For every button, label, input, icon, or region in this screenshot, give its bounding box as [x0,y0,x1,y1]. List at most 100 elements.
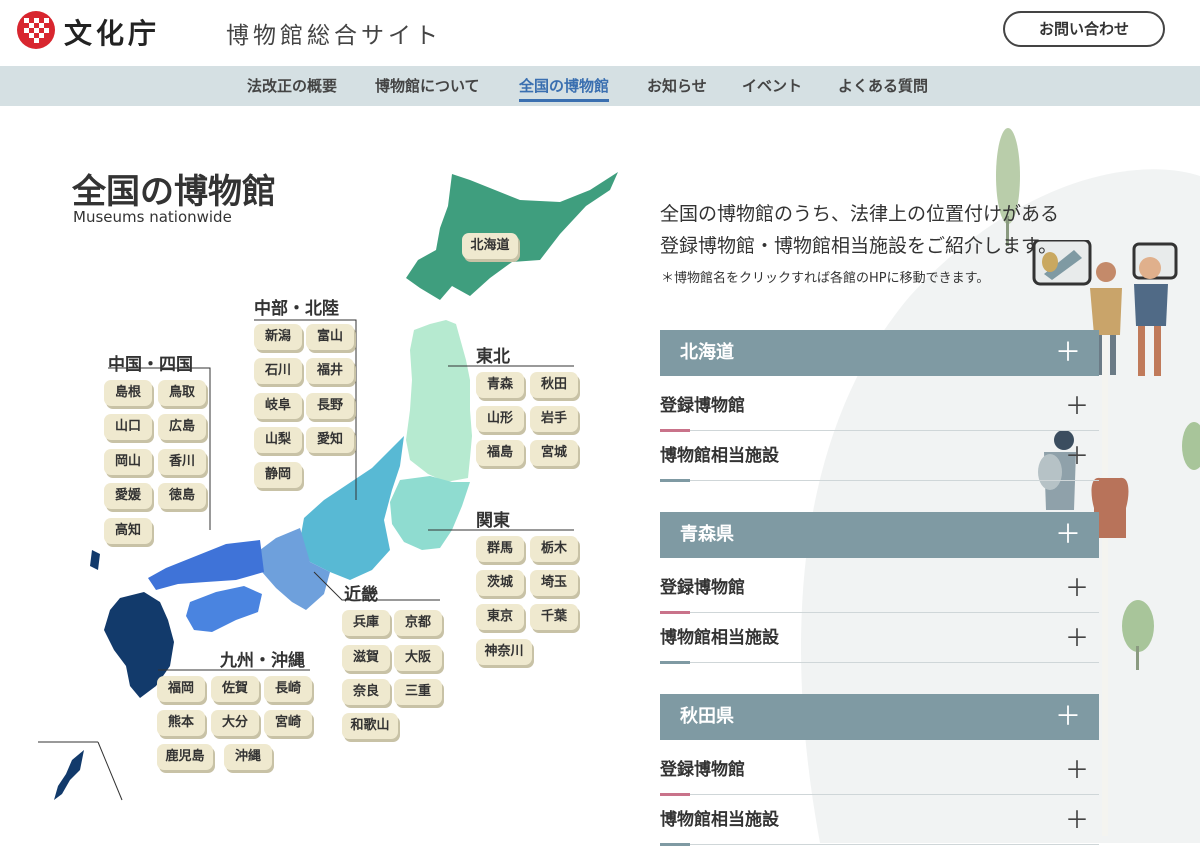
pref-okinawa[interactable]: 沖縄 [224,744,272,770]
pref-kanagawa[interactable]: 神奈川 [476,639,532,665]
plus-icon[interactable]: ＋ [1065,613,1089,663]
pref-osaka[interactable]: 大阪 [394,645,442,671]
accordion-row-equivalent[interactable]: 博物館相当施設 ＋ [660,613,1099,664]
nav-news[interactable]: お知らせ [647,75,707,96]
plus-icon[interactable]: ＋ [1065,563,1089,613]
contact-button[interactable]: お問い合わせ [1003,11,1165,47]
map-shikoku [186,586,262,632]
plus-icon[interactable]: ＋ [1065,745,1089,795]
pref-okayama[interactable]: 岡山 [104,449,152,475]
pref-oita[interactable]: 大分 [211,710,259,736]
pref-saga[interactable]: 佐賀 [211,676,259,702]
pref-ishikawa[interactable]: 石川 [254,358,302,384]
pref-iwate[interactable]: 岩手 [530,406,578,432]
pref-wakayama[interactable]: 和歌山 [342,713,398,739]
accordion-row-registered[interactable]: 登録博物館 ＋ [660,563,1099,614]
bunkacho-logo-icon[interactable] [16,10,58,50]
equivalent-mark [660,479,690,482]
accordion-row-registered[interactable]: 登録博物館 ＋ [660,381,1099,432]
pref-fukuoka[interactable]: 福岡 [157,676,205,702]
pref-nagasaki[interactable]: 長崎 [264,676,312,702]
pref-tochigi[interactable]: 栃木 [530,536,578,562]
pref-aomori[interactable]: 青森 [476,372,524,398]
nav-events[interactable]: イベント [742,75,802,96]
pref-fukushima[interactable]: 福島 [476,440,524,466]
accordion-aomori[interactable]: 青森県 ＋ [660,512,1099,558]
pref-aichi[interactable]: 愛知 [306,427,354,453]
row-label: 博物館相当施設 [660,628,779,648]
region-title-chubu: 中部・北陸 [254,299,339,319]
pref-yamagata[interactable]: 山形 [476,406,524,432]
pref-ibaraki[interactable]: 茨城 [476,570,524,596]
accordion-hokkaido[interactable]: 北海道 ＋ [660,330,1099,376]
pref-gifu[interactable]: 岐阜 [254,393,302,419]
pref-miyazaki[interactable]: 宮崎 [264,710,312,736]
accordion-row-equivalent[interactable]: 博物館相当施設 ＋ [660,795,1099,846]
pref-gunma[interactable]: 群馬 [476,536,524,562]
row-label: 登録博物館 [660,760,745,780]
map-chugoku [148,540,264,590]
pref-kyoto[interactable]: 京都 [394,610,442,636]
pref-kumamoto[interactable]: 熊本 [157,710,205,736]
map-tohoku [406,320,472,482]
nav-law-revision[interactable]: 法改正の概要 [247,75,337,96]
map-okinawa [54,750,84,800]
pref-nagano[interactable]: 長野 [306,393,354,419]
pref-niigata[interactable]: 新潟 [254,324,302,350]
site-header: 文化庁 博物館総合サイト お問い合わせ [0,0,1200,66]
japan-map [38,172,618,801]
logo-text[interactable]: 文化庁 [64,12,160,52]
pref-tokushima[interactable]: 徳島 [158,483,206,509]
pref-tottori[interactable]: 鳥取 [158,380,206,406]
accordion-title: 秋田県 [680,706,734,727]
accordion-row-registered[interactable]: 登録博物館 ＋ [660,745,1099,796]
pref-fukui[interactable]: 福井 [306,358,354,384]
plus-icon[interactable]: ＋ [1055,512,1081,558]
pref-tokyo[interactable]: 東京 [476,604,524,630]
pref-hiroshima[interactable]: 広島 [158,414,206,440]
pref-hokkaido[interactable]: 北海道 [462,233,518,259]
row-label: 登録博物館 [660,396,745,416]
accordion-title: 青森県 [680,524,734,545]
pref-shiga[interactable]: 滋賀 [342,645,390,671]
pref-kagawa[interactable]: 香川 [158,449,206,475]
row-label: 博物館相当施設 [660,810,779,830]
accordion-title: 北海道 [680,342,734,363]
site-title[interactable]: 博物館総合サイト [226,16,442,50]
pref-nara[interactable]: 奈良 [342,679,390,705]
pref-toyama[interactable]: 富山 [306,324,354,350]
pref-mie[interactable]: 三重 [394,679,442,705]
intro-line-2: 登録博物館・博物館相当施設をご紹介します。 [660,235,1058,257]
global-nav: 法改正の概要 博物館について 全国の博物館 お知らせ イベント よくある質問 [0,66,1200,106]
pref-miyagi[interactable]: 宮城 [530,440,578,466]
pref-yamanashi[interactable]: 山梨 [254,427,302,453]
plus-icon[interactable]: ＋ [1065,795,1089,845]
plus-icon[interactable]: ＋ [1065,381,1089,431]
pref-shizuoka[interactable]: 静岡 [254,462,302,488]
pref-chiba[interactable]: 千葉 [530,604,578,630]
region-title-kyushu-okinawa: 九州・沖縄 [220,651,305,671]
pref-shimane[interactable]: 島根 [104,380,152,406]
pref-kagoshima[interactable]: 鹿児島 [157,744,213,770]
nav-about-museums[interactable]: 博物館について [375,75,480,96]
map-kanto [390,476,470,550]
pref-yamaguchi[interactable]: 山口 [104,414,152,440]
plus-icon[interactable]: ＋ [1065,431,1089,481]
pref-kochi[interactable]: 高知 [104,518,152,544]
row-label: 登録博物館 [660,578,745,598]
region-title-kinki: 近畿 [344,585,378,605]
pref-hyogo[interactable]: 兵庫 [342,610,390,636]
nav-museums-nationwide[interactable]: 全国の博物館 [519,75,610,102]
plus-icon[interactable]: ＋ [1055,330,1081,376]
pref-saitama[interactable]: 埼玉 [530,570,578,596]
accordion-akita[interactable]: 秋田県 ＋ [660,694,1099,740]
intro-line-1: 全国の博物館のうち、法律上の位置付けがある [660,203,1060,225]
accordion-row-equivalent[interactable]: 博物館相当施設 ＋ [660,431,1099,482]
pref-akita[interactable]: 秋田 [530,372,578,398]
click-note: ＊博物館名をクリックすれば各館のHPに移動できます。 [661,271,990,286]
map-chubu [300,436,404,580]
nav-faq[interactable]: よくある質問 [838,75,928,96]
row-label: 博物館相当施設 [660,446,779,466]
plus-icon[interactable]: ＋ [1055,694,1081,740]
pref-ehime[interactable]: 愛媛 [104,483,152,509]
